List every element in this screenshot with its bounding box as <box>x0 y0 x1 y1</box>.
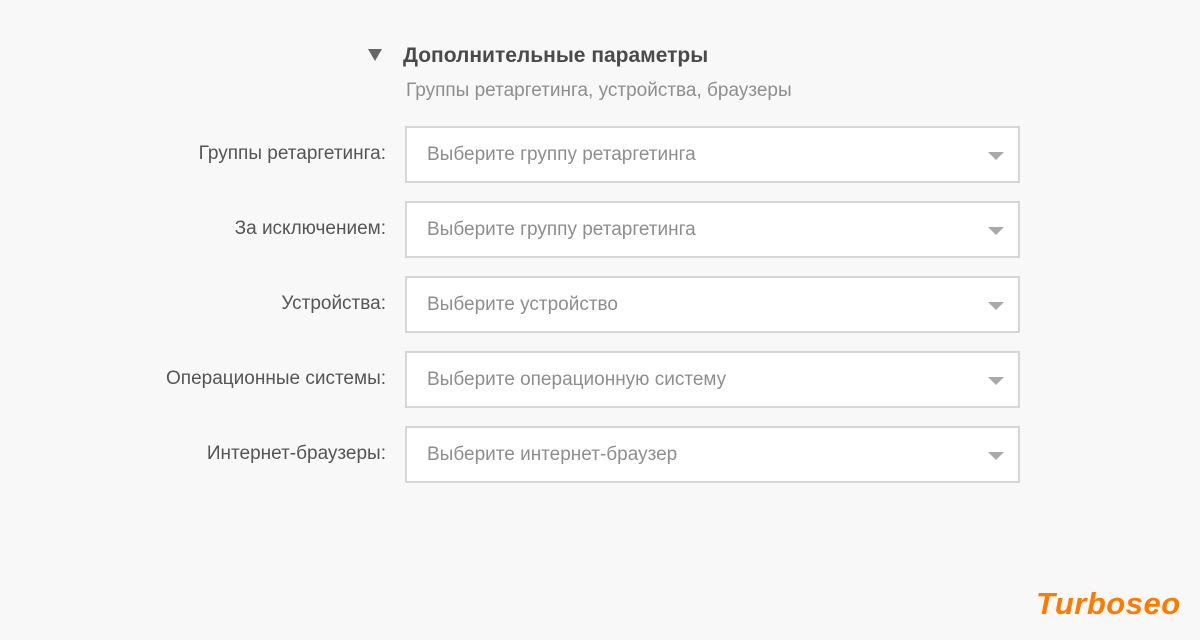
operating-systems-row: Операционные системы: Выберите операцион… <box>0 351 1200 408</box>
turboseo-logo: Turboseo <box>1036 586 1181 621</box>
triangle-down-icon[interactable] <box>368 49 382 61</box>
advanced-settings-title[interactable]: Дополнительные параметры <box>403 44 708 68</box>
browsers-select[interactable]: Выберите интернет-браузер <box>405 426 1020 483</box>
select-placeholder: Выберите группу ретаргетинга <box>427 144 696 165</box>
exclusion-label: За исключением: <box>234 218 386 239</box>
browsers-row: Интернет-браузеры: Выберите интернет-бра… <box>0 426 1200 483</box>
chevron-down-icon[interactable] <box>988 227 1004 235</box>
advanced-settings-subtitle: Группы ретаргетинга, устройства, браузер… <box>406 80 792 101</box>
chevron-down-icon[interactable] <box>988 302 1004 310</box>
chevron-down-icon[interactable] <box>988 152 1004 160</box>
browsers-label: Интернет-браузеры: <box>206 443 386 464</box>
chevron-down-icon[interactable] <box>988 377 1004 385</box>
operating-systems-label: Операционные системы: <box>166 368 386 389</box>
select-placeholder: Выберите устройство <box>427 294 618 315</box>
select-placeholder: Выберите интернет-браузер <box>427 444 678 465</box>
select-placeholder: Выберите операционную систему <box>427 369 727 390</box>
retargeting-groups-label: Группы ретаргетинга: <box>198 143 386 164</box>
retargeting-groups-row: Группы ретаргетинга: Выберите группу рет… <box>0 126 1200 183</box>
operating-systems-select[interactable]: Выберите операционную систему <box>405 351 1020 408</box>
retargeting-groups-select[interactable]: Выберите группу ретаргетинга <box>405 126 1020 183</box>
select-placeholder: Выберите группу ретаргетинга <box>427 219 696 240</box>
chevron-down-icon[interactable] <box>988 452 1004 460</box>
devices-select[interactable]: Выберите устройство <box>405 276 1020 333</box>
devices-label: Устройства: <box>281 293 386 314</box>
exclusion-select[interactable]: Выберите группу ретаргетинга <box>405 201 1020 258</box>
exclusion-row: За исключением: Выберите группу ретаргет… <box>0 201 1200 258</box>
devices-row: Устройства: Выберите устройство <box>0 276 1200 333</box>
